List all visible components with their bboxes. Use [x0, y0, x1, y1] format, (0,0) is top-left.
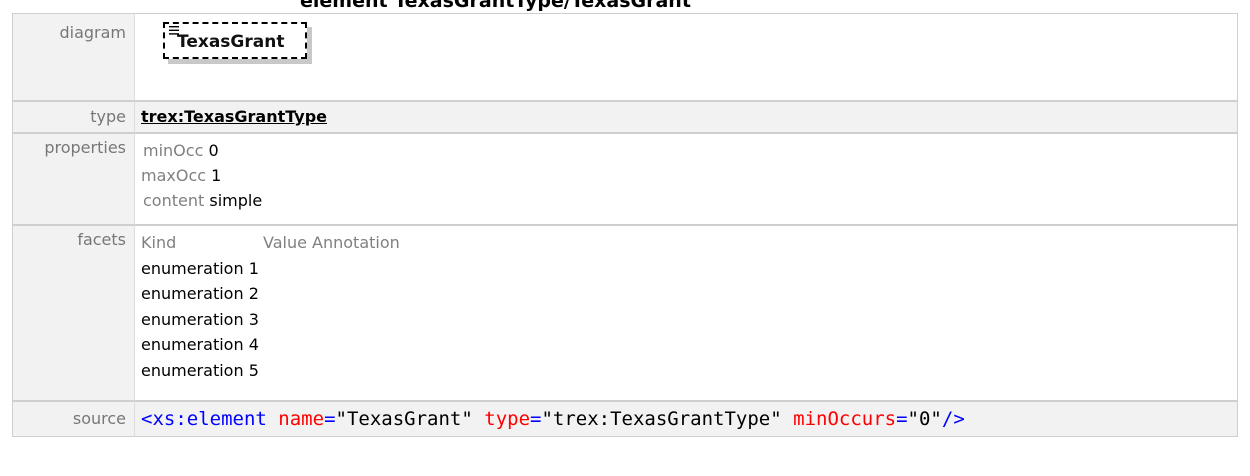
facet-kind: enumeration	[141, 360, 244, 380]
facets-label: facets	[13, 225, 135, 401]
source-code[interactable]: <xs:element name="TexasGrant" type="trex…	[141, 408, 965, 430]
facets-header-value: Value	[263, 233, 307, 252]
page-title: element TexasGrantType/TexasGrant	[300, 0, 691, 12]
property-item: maxOcc 1	[141, 163, 1237, 188]
element-doc-table: diagram TexasGrant type trex:TexasGrantT…	[12, 13, 1238, 437]
source-tag-close: />	[941, 408, 965, 430]
facet-row: enumeration 5	[141, 358, 1237, 384]
facet-kind: enumeration	[141, 335, 244, 354]
facet-row: enumeration 2	[141, 281, 1237, 307]
facet-value: 2	[248, 284, 259, 303]
page-title-strip: element TexasGrantType/TexasGrant	[0, 0, 1250, 13]
facet-kind: enumeration	[141, 258, 244, 278]
property-key: content	[143, 191, 205, 210]
source-attr-name: type	[484, 408, 531, 430]
source-attr-value: "trex:TexasGrantType"	[541, 408, 782, 430]
facets-header: Kind Value Annotation	[141, 230, 1237, 256]
source-cell: <xs:element name="TexasGrant" type="trex…	[135, 401, 1237, 437]
property-item: content simple	[141, 188, 1237, 213]
facets-cell: Kind Value Annotation enumeration 1 enume…	[135, 225, 1237, 401]
element-name: TexasGrant	[177, 32, 285, 52]
source-attr-name: minOccurs	[793, 408, 897, 430]
type-cell: trex:TexasGrantType	[135, 101, 1237, 133]
facet-value: 1	[248, 258, 259, 278]
properties-row: properties minOcc 0 maxOcc 1 content sim…	[13, 133, 1237, 225]
type-row: type trex:TexasGrantType	[13, 101, 1237, 133]
property-item: minOcc 0	[141, 138, 1237, 163]
facet-value: 3	[248, 309, 259, 329]
facet-value: 4	[248, 335, 259, 354]
facet-value: 5	[248, 360, 259, 380]
source-attr-value: "0"	[907, 408, 942, 430]
element-box: TexasGrant	[163, 22, 307, 59]
property-key: maxOcc	[141, 166, 207, 185]
facet-row: enumeration 3	[141, 307, 1237, 333]
property-value: 1	[211, 166, 222, 185]
diagram-cell: TexasGrant	[135, 13, 1237, 101]
diagram-row: diagram TexasGrant	[13, 13, 1237, 101]
source-tag-open: <xs:element	[141, 408, 267, 430]
type-link[interactable]: trex:TexasGrantType	[141, 107, 327, 126]
diagram-label: diagram	[13, 13, 135, 101]
property-value: 0	[208, 141, 219, 160]
properties-cell: minOcc 0 maxOcc 1 content simple	[135, 133, 1237, 225]
source-attr-value: "TexasGrant"	[335, 408, 473, 430]
property-value: simple	[209, 191, 263, 210]
facets-row: facets Kind Value Annotation enumeration …	[13, 225, 1237, 401]
facet-row: enumeration 4	[141, 332, 1237, 358]
facet-row: enumeration 1	[141, 256, 1237, 282]
source-label: source	[13, 401, 135, 437]
property-key: minOcc	[143, 141, 204, 160]
type-label: type	[13, 101, 135, 133]
element-diagram-box[interactable]: TexasGrant	[163, 22, 312, 64]
facet-kind: enumeration	[141, 309, 244, 329]
facets-header-annotation: Annotation	[312, 233, 400, 252]
facet-kind: enumeration	[141, 284, 244, 303]
facets-header-kind: Kind	[141, 233, 177, 252]
source-row: source <xs:element name="TexasGrant" typ…	[13, 401, 1237, 437]
source-attr-name: name	[278, 408, 325, 430]
properties-label: properties	[13, 133, 135, 225]
